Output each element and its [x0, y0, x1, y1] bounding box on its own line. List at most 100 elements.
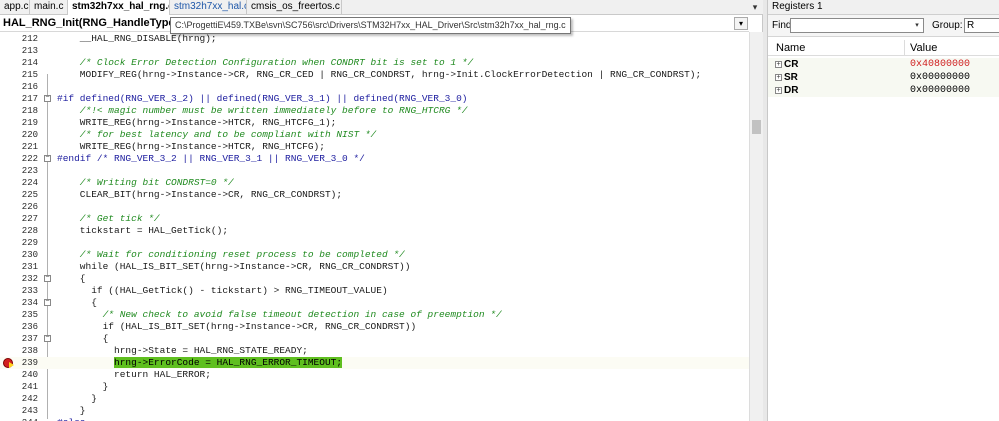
code-line[interactable]: 227 /* Get tick */	[0, 213, 749, 225]
column-divider[interactable]	[904, 40, 905, 56]
code-line[interactable]: 222− #endif /* RNG_VER_3_2 || RNG_VER_3_1…	[0, 153, 749, 165]
column-header-value[interactable]: Value	[910, 42, 937, 54]
line-number: 242	[21, 394, 38, 404]
tab-label: app.c	[4, 1, 29, 12]
code-line[interactable]: 223	[0, 165, 749, 177]
line-number: 241	[21, 382, 38, 392]
line-number: 236	[21, 322, 38, 332]
register-value[interactable]: 0x00000000	[910, 84, 970, 97]
line-number: 232	[21, 274, 38, 284]
code-text: }	[57, 393, 97, 404]
group-select[interactable]: R	[964, 18, 999, 33]
tab-app-c[interactable]: app.c	[0, 0, 30, 15]
code-line[interactable]: 220 /* for best latency and to be compli…	[0, 129, 749, 141]
line-number: 217	[21, 94, 38, 104]
code-line[interactable]: 241 }	[0, 381, 749, 393]
preprocessor-directive: #else	[57, 417, 86, 421]
line-number: 238	[21, 346, 38, 356]
editor-tab-bar: app.c main.c stm32h7xx_hal_rng.c✕ stm32h…	[0, 0, 763, 16]
tab-main-c[interactable]: main.c	[30, 0, 68, 15]
selected-statement[interactable]: hrng->ErrorCode = HAL_RNG_ERROR_TIMEOUT;	[114, 357, 343, 368]
code-line[interactable]: 235 /* New check to avoid false timeout …	[0, 309, 749, 321]
code-line[interactable]: 240 return HAL_ERROR;	[0, 369, 749, 381]
code-line[interactable]: 217− #if defined(RNG_VER_3_2) || defined(…	[0, 93, 749, 105]
code-text: WRITE_REG(hrng->Instance->HTCR, RNG_HTCF…	[57, 141, 325, 152]
code-line[interactable]: 233 if ((HAL_GetTick() - tickstart) > RN…	[0, 285, 749, 297]
code-line[interactable]: 243 }	[0, 405, 749, 417]
line-number: 229	[21, 238, 38, 248]
line-number: 215	[21, 70, 38, 80]
code-line[interactable]: 229	[0, 237, 749, 249]
breakpoint-icon[interactable]	[3, 358, 14, 368]
code-line[interactable]: 212 __HAL_RNG_DISABLE(hrng);	[0, 33, 749, 45]
code-line[interactable]: 215 MODIFY_REG(hrng->Instance->CR, RNG_C…	[0, 69, 749, 81]
code-line[interactable]: 219 WRITE_REG(hrng->Instance->HTCR, RNG_…	[0, 117, 749, 129]
line-number: 214	[21, 58, 38, 68]
register-name: DR	[784, 85, 799, 96]
code-line[interactable]: 221 WRITE_REG(hrng->Instance->HTCR, RNG_…	[0, 141, 749, 153]
code-line[interactable]: 228 tickstart = HAL_GetTick();	[0, 225, 749, 237]
collapse-icon[interactable]: −	[44, 95, 51, 102]
tab-stm32h7xx-hal-rng-c[interactable]: stm32h7xx_hal_rng.c✕	[68, 0, 170, 16]
register-row-dr[interactable]: + DR 0x00000000	[768, 84, 999, 97]
code-line[interactable]: 214 /* Clock Error Detection Configurati…	[0, 57, 749, 69]
code-line[interactable]: 239 hrng->ErrorCode = HAL_RNG_ERROR_TIME…	[0, 357, 749, 369]
chevron-down-icon[interactable]: ▾	[734, 17, 748, 30]
column-header-name[interactable]: Name	[776, 42, 805, 54]
code-text: hrng->State = HAL_RNG_STATE_READY;	[57, 345, 308, 356]
code-line[interactable]: 226	[0, 201, 749, 213]
code-line[interactable]: 236 if (HAL_IS_BIT_SET(hrng->Instance->C…	[0, 321, 749, 333]
collapse-icon[interactable]: −	[44, 299, 51, 306]
expand-icon[interactable]: +	[775, 61, 782, 68]
code-comment: /*!< magic number must be written immedi…	[57, 105, 468, 116]
code-line[interactable]: 232− {	[0, 273, 749, 285]
register-row-cr[interactable]: + CR 0x40800000	[768, 58, 999, 71]
code-line[interactable]: 244 #else	[0, 417, 749, 421]
code-text: while (HAL_IS_BIT_SET(hrng->Instance->CR…	[57, 261, 411, 272]
code-line[interactable]: 234− {	[0, 297, 749, 309]
current-execution-arrow-icon	[9, 362, 14, 368]
code-line[interactable]: 224 /* Writing bit CONDRST=0 */	[0, 177, 749, 189]
code-comment: /* New check to avoid false timeout dete…	[57, 309, 502, 320]
expand-icon[interactable]: +	[775, 74, 782, 81]
register-name: SR	[784, 72, 798, 83]
code-line[interactable]: 213	[0, 45, 749, 57]
line-number: 231	[21, 262, 38, 272]
line-number: 239	[21, 358, 38, 368]
code-line[interactable]: 238 hrng->State = HAL_RNG_STATE_READY;	[0, 345, 749, 357]
chevron-down-icon[interactable]: ▾	[911, 19, 923, 32]
collapse-icon[interactable]: −	[44, 335, 51, 342]
register-name: CR	[784, 59, 799, 70]
code-text: {	[57, 297, 97, 308]
code-text: {	[57, 273, 86, 284]
code-line[interactable]: 225 CLEAR_BIT(hrng->Instance->CR, RNG_CR…	[0, 189, 749, 201]
line-number: 227	[21, 214, 38, 224]
code-view[interactable]: 212 __HAL_RNG_DISABLE(hrng); 213 214 /* Cl…	[0, 32, 749, 421]
code-text: hrng->ErrorCode = HAL_RNG_ERROR_TIMEOUT;	[57, 357, 343, 369]
find-input[interactable]	[790, 18, 924, 33]
tab-list-chevron-icon[interactable]: ▾	[749, 1, 761, 13]
code-line[interactable]: 230 /* Wait for conditioning reset proce…	[0, 249, 749, 261]
line-number: 233	[21, 286, 38, 296]
line-number: 224	[21, 178, 38, 188]
code-line[interactable]: 242 }	[0, 393, 749, 405]
code-line[interactable]: 216	[0, 81, 749, 93]
expand-icon[interactable]: +	[775, 87, 782, 94]
scrollbar-thumb[interactable]	[752, 120, 761, 134]
collapse-icon[interactable]: −	[44, 155, 51, 162]
register-row-sr[interactable]: + SR 0x00000000	[768, 71, 999, 84]
register-value[interactable]: 0x00000000	[910, 71, 970, 84]
code-line[interactable]: 218 /*!< magic number must be written im…	[0, 105, 749, 117]
registers-pane: Registers 1 Find: ▾ Group: R Name Value …	[768, 0, 999, 421]
collapse-icon[interactable]: −	[44, 275, 51, 282]
code-line[interactable]: 237− {	[0, 333, 749, 345]
line-number: 244	[16, 417, 38, 421]
tab-cmsis-os-freertos-c[interactable]: cmsis_os_freertos.c	[247, 0, 342, 15]
vertical-scrollbar[interactable]	[749, 32, 763, 421]
register-value[interactable]: 0x40800000	[910, 58, 970, 71]
code-line[interactable]: 231 while (HAL_IS_BIT_SET(hrng->Instance…	[0, 261, 749, 273]
code-text: __HAL_RNG_DISABLE(hrng);	[57, 33, 217, 44]
tab-stm32h7xx-hal-c[interactable]: stm32h7xx_hal.c	[170, 0, 247, 15]
line-number: 230	[21, 250, 38, 260]
line-number: 225	[21, 190, 38, 200]
